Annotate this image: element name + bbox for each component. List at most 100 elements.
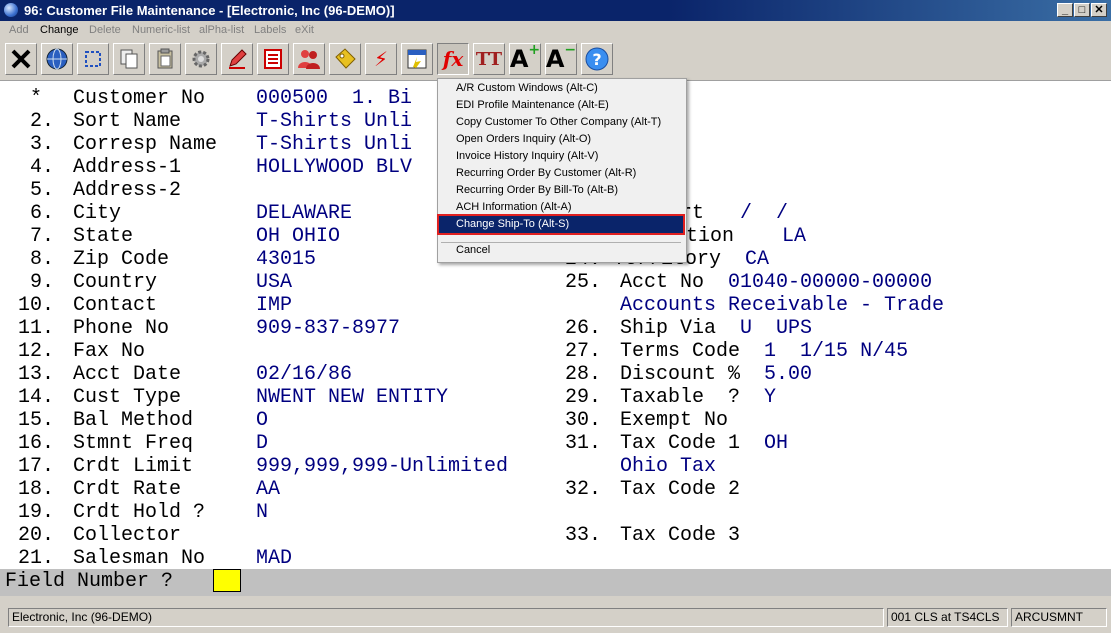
field-row: 16. Stmnt Freq D xyxy=(18,432,268,455)
menu-delete[interactable]: Delete xyxy=(89,24,121,36)
field-value[interactable]: T-Shirts Unli xyxy=(256,110,412,133)
field-row: Accounts Receivable - Trade xyxy=(565,294,944,317)
field-value[interactable]: 909-837-8977 xyxy=(256,317,400,340)
field-value[interactable]: Accounts Receivable - Trade xyxy=(620,294,944,317)
menu-bar: Add Change Delete Numeric-list alPha-lis… xyxy=(0,21,1111,40)
field-row: * Customer No 000500 1. Bi xyxy=(18,87,412,110)
menu-change[interactable]: Change xyxy=(40,24,79,36)
field-value[interactable]: 1 1/15 N/45 xyxy=(764,340,908,363)
field-value[interactable]: OH OHIO xyxy=(256,225,340,248)
menu-alpha-list[interactable]: alPha-list xyxy=(199,24,244,36)
popup-menu-item[interactable]: Recurring Order By Bill-To (Alt-B) xyxy=(439,182,683,199)
close-window-button[interactable]: ✕ xyxy=(1091,3,1107,17)
field-value[interactable]: AA xyxy=(256,478,280,501)
field-row: 10. Contact IMP xyxy=(18,294,292,317)
tag-icon[interactable] xyxy=(329,43,361,75)
field-row: 9. Country USA xyxy=(18,271,292,294)
field-value[interactable]: 01040-00000-00000 xyxy=(728,271,932,294)
close-x-icon[interactable] xyxy=(5,43,37,75)
field-number: 11. xyxy=(18,317,55,340)
field-label: Corresp Name xyxy=(73,133,218,156)
menu-labels[interactable]: Labels xyxy=(254,24,286,36)
select-icon[interactable] xyxy=(77,43,109,75)
font-decrease-icon[interactable]: A − xyxy=(545,42,577,75)
field-row: 12. Fax No xyxy=(18,340,256,363)
field-value[interactable]: D xyxy=(256,432,268,455)
field-row: 28. Discount % 5.00 xyxy=(565,363,812,386)
field-label: Discount % xyxy=(620,363,741,386)
field-number-input[interactable] xyxy=(213,569,241,592)
field-row: 14. Cust Type NWENT NEW ENTITY xyxy=(18,386,448,409)
field-label: tion xyxy=(686,225,735,248)
plus-icon: + xyxy=(528,42,541,58)
field-value[interactable]: CA xyxy=(745,248,769,271)
field-value[interactable]: Y xyxy=(764,386,776,409)
field-value[interactable]: U UPS xyxy=(740,317,812,340)
help-icon[interactable]: ? xyxy=(581,43,613,75)
field-label: Acct Date xyxy=(73,363,182,386)
minimize-button[interactable]: _ xyxy=(1057,3,1073,17)
field-value[interactable]: O xyxy=(256,409,268,432)
list-icon[interactable] xyxy=(257,43,289,75)
field-label: Sort Name xyxy=(73,110,182,133)
field-value[interactable]: IMP xyxy=(256,294,292,317)
field-number: 21. xyxy=(18,547,55,570)
popup-menu-item[interactable]: EDI Profile Maintenance (Alt-E) xyxy=(439,97,683,114)
field-row: 5. Address-2 xyxy=(18,179,256,202)
copy-icon[interactable] xyxy=(113,43,145,75)
field-row: 20. Collector xyxy=(18,524,256,547)
field-value[interactable]: 43015 xyxy=(256,248,316,271)
notes-icon[interactable] xyxy=(401,43,433,75)
popup-menu-item[interactable]: Open Orders Inquiry (Alt-O) xyxy=(439,131,683,148)
menu-exit[interactable]: eXit xyxy=(295,24,314,36)
field-value[interactable]: 999,999,999-Unlimited xyxy=(256,455,508,478)
settings-gear-icon[interactable] xyxy=(185,43,217,75)
menu-numeric-list[interactable]: Numeric-list xyxy=(132,24,190,36)
field-value[interactable]: Ohio Tax xyxy=(620,455,716,478)
users-icon[interactable] xyxy=(293,43,325,75)
field-value[interactable]: OH xyxy=(764,432,788,455)
popup-menu-item[interactable]: Copy Customer To Other Company (Alt-T) xyxy=(439,114,683,131)
field-number: 3. xyxy=(18,133,55,156)
field-value[interactable]: 02/16/86 xyxy=(256,363,352,386)
field-value[interactable]: NWENT NEW ENTITY xyxy=(256,386,448,409)
field-number: 16. xyxy=(18,432,55,455)
paste-icon[interactable] xyxy=(149,43,181,75)
field-label: Tax Code 2 xyxy=(620,478,741,501)
toolbar: ⚡ fx TT A + A − ? xyxy=(0,40,1111,81)
field-value[interactable]: HOLLYWOOD BLV xyxy=(256,156,412,179)
field-value[interactable]: MAD xyxy=(256,547,292,570)
minus-icon: − xyxy=(564,42,577,58)
field-label: Crdt Limit xyxy=(73,455,194,478)
edit-pencil-icon[interactable] xyxy=(221,43,253,75)
menu-add[interactable]: Add xyxy=(9,24,29,36)
field-value[interactable]: DELAWARE xyxy=(256,202,352,225)
popup-menu-item[interactable]: Invoice History Inquiry (Alt-V) xyxy=(439,148,683,165)
field-value[interactable]: USA xyxy=(256,271,292,294)
field-number: 13. xyxy=(18,363,55,386)
function-fx-icon[interactable]: fx xyxy=(437,43,469,75)
field-number: 28. xyxy=(565,363,602,386)
field-number: 2. xyxy=(18,110,55,133)
globe-icon[interactable] xyxy=(41,43,73,75)
field-value[interactable]: N xyxy=(256,501,268,524)
popup-menu-item[interactable]: A/R Custom Windows (Alt-C) xyxy=(439,80,683,97)
field-number: 9. xyxy=(18,271,55,294)
field-value[interactable]: LA xyxy=(782,225,806,248)
field-value[interactable]: / / xyxy=(740,202,788,225)
popup-menu-item[interactable]: Change Ship-To (Alt-S) xyxy=(437,214,685,235)
font-increase-icon[interactable]: A + xyxy=(509,42,541,75)
field-row: 19. Crdt Hold ? N xyxy=(18,501,268,524)
menu-item-cancel[interactable]: Cancel xyxy=(439,242,683,259)
field-value[interactable]: 000500 1. Bi xyxy=(256,87,412,110)
field-value[interactable]: 5.00 xyxy=(764,363,812,386)
actions-popup-menu: A/R Custom Windows (Alt-C) EDI Profile Ma… xyxy=(437,78,687,263)
popup-menu-item[interactable]: Recurring Order By Customer (Alt-R) xyxy=(439,165,683,182)
restore-button[interactable]: □ xyxy=(1074,3,1090,17)
field-number: 20. xyxy=(18,524,55,547)
field-value[interactable]: T-Shirts Unli xyxy=(256,133,412,156)
status-session: 001 CLS at TS4CLS xyxy=(887,608,1008,627)
popup-menu-item[interactable]: ACH Information (Alt-A) xyxy=(439,199,683,216)
lightning-icon[interactable]: ⚡ xyxy=(365,43,397,75)
text-style-icon[interactable]: TT xyxy=(473,43,505,75)
